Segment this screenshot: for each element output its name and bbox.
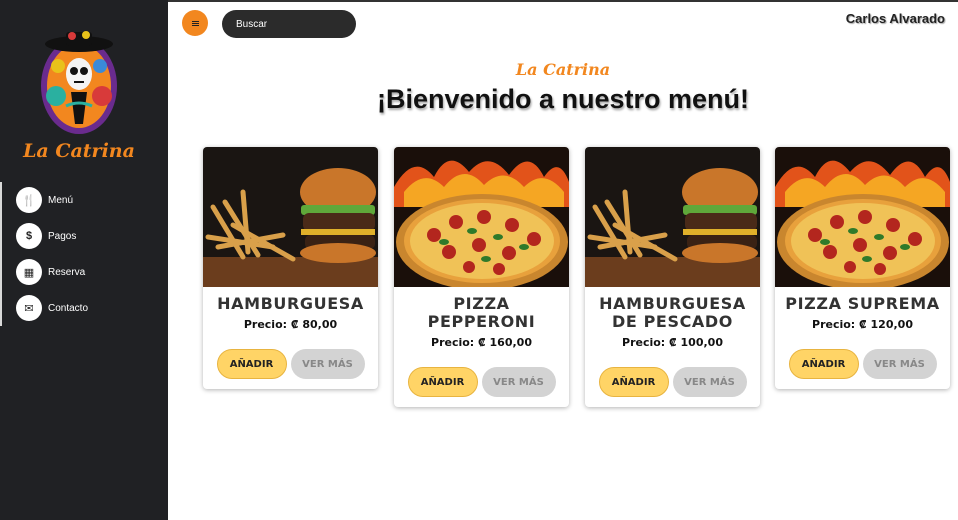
product-title: PIZZA PEPPERONI — [427, 294, 536, 331]
add-button[interactable]: AÑADIR — [598, 367, 669, 397]
sidebar-item-pagos[interactable]: $ Pagos — [2, 218, 168, 254]
sidebar-item-contacto[interactable]: ✉ Contacto — [2, 290, 168, 326]
page-title: ¡Bienvenido a nuestro menú! — [376, 84, 750, 114]
add-button[interactable]: AÑADIR — [407, 367, 478, 397]
product-card: HAMBURGUESA Precio: ₡ 80,00 AÑADIR VER M… — [203, 147, 378, 389]
search-input[interactable] — [222, 10, 356, 38]
product-card: PIZZA SUPREMA Precio: ₡ 120,00 AÑADIR VE… — [775, 147, 950, 389]
user-name[interactable]: Carlos Alvarado — [846, 11, 945, 26]
see-more-button[interactable]: VER MÁS — [672, 367, 747, 397]
see-more-button[interactable]: VER MÁS — [862, 349, 937, 379]
card-actions: AÑADIR VER MÁS — [203, 349, 378, 379]
add-button[interactable]: AÑADIR — [788, 349, 859, 379]
calendar-icon: ▦ — [16, 259, 42, 285]
sidebar-nav: 🍴 Menú $ Pagos ▦ Reserva ✉ Contacto — [0, 182, 168, 326]
burger-image — [203, 147, 378, 287]
product-price: Precio: ₡ 100,00 — [622, 336, 723, 349]
product-price: Precio: ₡ 160,00 — [431, 336, 532, 349]
card-actions: AÑADIR VER MÁS — [394, 367, 569, 397]
product-title: HAMBURGUESA — [217, 294, 364, 313]
product-card: PIZZA PEPPERONI Precio: ₡ 160,00 AÑADIR … — [394, 147, 569, 407]
sidebar-item-reserva[interactable]: ▦ Reserva — [2, 254, 168, 290]
add-button[interactable]: AÑADIR — [216, 349, 287, 379]
fork-knife-icon: 🍴 — [16, 187, 42, 213]
sidebar-item-label: Reserva — [48, 266, 86, 278]
product-title: HAMBURGUESA DE PESCADO — [599, 294, 746, 331]
pizza-image — [775, 147, 950, 287]
card-actions: AÑADIR VER MÁS — [585, 367, 760, 397]
pizza-image — [394, 147, 569, 287]
sidebar-item-label: Menú — [48, 194, 74, 206]
hamburger-icon — [191, 20, 199, 26]
envelope-icon: ✉ — [16, 295, 42, 321]
product-title: PIZZA SUPREMA — [785, 294, 940, 313]
sidebar-item-label: Pagos — [48, 230, 77, 242]
product-price: Precio: ₡ 120,00 — [812, 318, 913, 331]
card-actions: AÑADIR VER MÁS — [775, 349, 950, 379]
sidebar-item-label: Contacto — [48, 302, 89, 314]
dollar-icon: $ — [16, 223, 42, 249]
sidebar-brand-name: La Catrina — [23, 140, 135, 162]
product-card: HAMBURGUESA DE PESCADO Precio: ₡ 100,00 … — [585, 147, 760, 407]
sidebar: La Catrina 🍴 Menú $ Pagos ▦ Reserva ✉ Co… — [0, 0, 168, 520]
see-more-button[interactable]: VER MÁS — [481, 367, 556, 397]
brand-heading: La Catrina — [515, 60, 611, 79]
hamburger-menu-button[interactable] — [182, 10, 208, 36]
product-price: Precio: ₡ 80,00 — [243, 318, 338, 331]
catrina-logo — [36, 26, 122, 138]
sidebar-item-menu[interactable]: 🍴 Menú — [2, 182, 168, 218]
burger-image — [585, 147, 760, 287]
see-more-button[interactable]: VER MÁS — [290, 349, 365, 379]
